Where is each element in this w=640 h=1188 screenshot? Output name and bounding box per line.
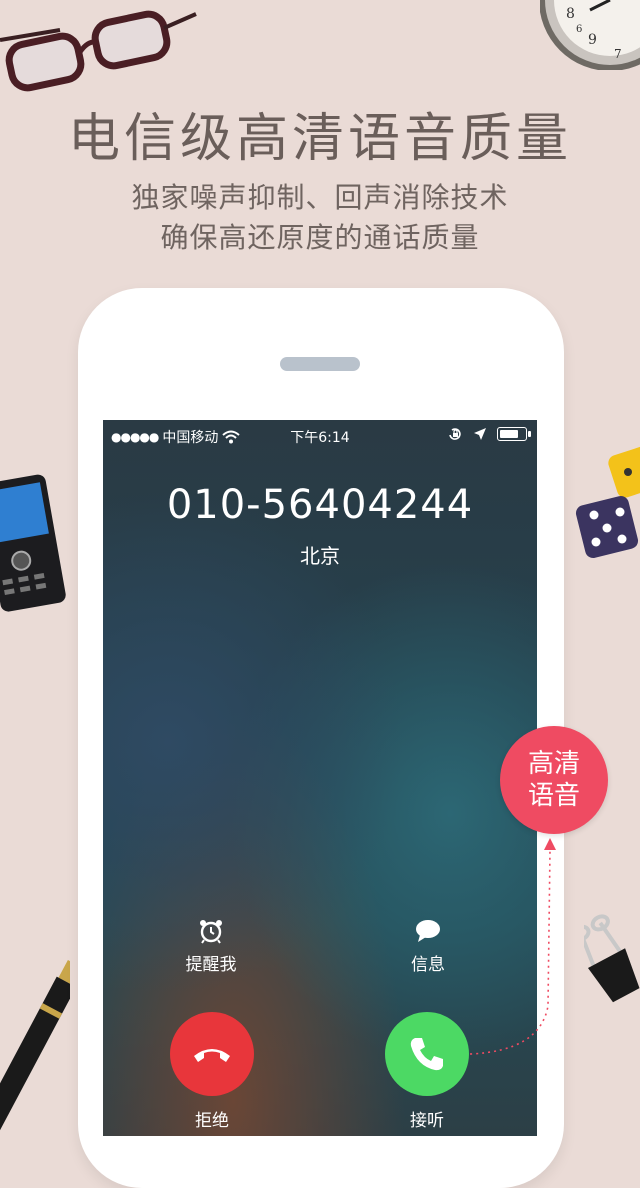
dotted-connector bbox=[469, 838, 556, 1055]
phone-handset-icon bbox=[410, 1038, 443, 1071]
glasses-decoration bbox=[0, 10, 197, 92]
caller-location: 北京 bbox=[300, 544, 340, 568]
accept-label: 接听 bbox=[410, 1111, 444, 1131]
binder-clip-decoration bbox=[584, 914, 640, 1003]
watch-decoration: 8 9 7 6 bbox=[540, 0, 640, 70]
hd-voice-badge: 高清 语音 bbox=[500, 726, 608, 834]
decline-button[interactable] bbox=[170, 1012, 254, 1096]
svg-text:6: 6 bbox=[576, 24, 582, 35]
hd-voice-badge-line2: 语音 bbox=[527, 781, 580, 811]
battery-icon bbox=[497, 427, 531, 441]
feature-phone-decoration bbox=[0, 474, 66, 612]
hang-up-icon bbox=[194, 1049, 230, 1062]
chat-bubble-icon bbox=[416, 920, 440, 942]
headline: 电信级高清语音质量 bbox=[67, 109, 572, 169]
hd-voice-badge-line1: 高清 bbox=[527, 749, 580, 779]
remind-me-label: 提醒我 bbox=[185, 955, 237, 975]
remind-me-option[interactable]: 提醒我 bbox=[166, 918, 256, 975]
subheadline-line-2: 确保高还原度的通话质量 bbox=[160, 221, 480, 254]
svg-text:9: 9 bbox=[588, 32, 597, 48]
rotation-lock-icon bbox=[449, 428, 461, 440]
svg-text:7: 7 bbox=[614, 47, 622, 61]
phone-speaker bbox=[280, 357, 360, 371]
decline-label: 拒绝 bbox=[195, 1111, 229, 1131]
pen-decoration bbox=[0, 959, 70, 1136]
status-bar: ●●●●● 中国移动 下午6:14 bbox=[103, 420, 537, 450]
subheadline-line-1: 独家噪声抑制、回声消除技术 bbox=[131, 181, 509, 214]
accept-button[interactable] bbox=[385, 1012, 469, 1096]
message-label: 信息 bbox=[411, 955, 445, 975]
location-arrow-icon bbox=[474, 428, 486, 440]
caller-number: 010-56404244 bbox=[166, 482, 474, 528]
dice-decoration bbox=[575, 446, 640, 559]
alarm-clock-icon bbox=[200, 920, 222, 944]
svg-text:8: 8 bbox=[566, 6, 575, 22]
